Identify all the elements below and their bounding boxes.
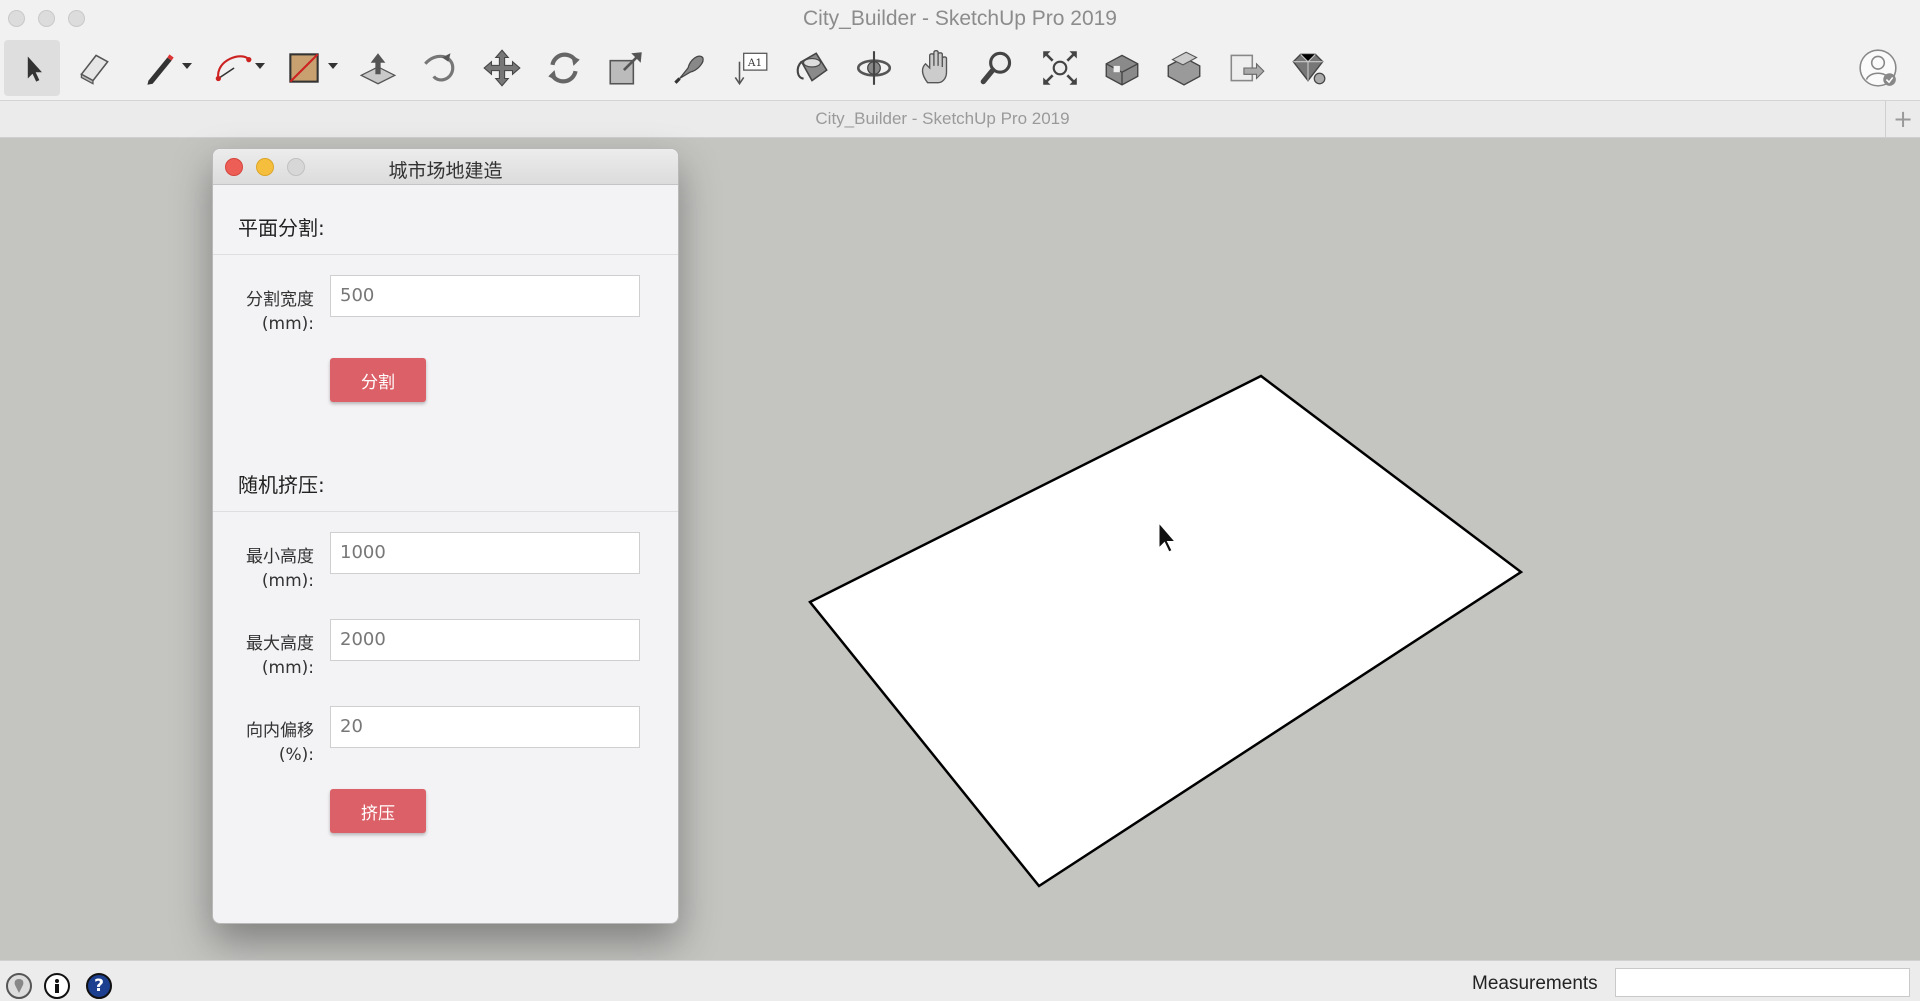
min-height-label: 最小高度 (mm): [213, 545, 314, 593]
max-height-label-line2: (mm): [261, 658, 314, 678]
city-builder-dialog: 城市场地建造 平面分割: 分割宽度 (mm): 500 分割 随机挤压: 最小高… [212, 148, 679, 924]
split-width-label-line2: (mm): [261, 314, 314, 334]
tape-measure-tool-icon[interactable] [660, 40, 716, 96]
text-tool-icon[interactable]: A1 [722, 40, 778, 96]
svg-text:A1: A1 [747, 57, 762, 69]
extrude-section-divider [213, 511, 678, 512]
document-tab[interactable]: City_Builder - SketchUp Pro 2019 [0, 109, 1885, 129]
min-height-input[interactable]: 1000 [330, 532, 640, 574]
status-bar: ? Measurements [0, 960, 1920, 1001]
measurements-label: Measurements [1472, 973, 1598, 994]
account-icon[interactable] [1850, 40, 1906, 96]
help-icon[interactable]: ? [86, 973, 112, 999]
geo-location-icon[interactable] [6, 973, 32, 999]
inset-offset-label-line2: (%): [278, 745, 314, 765]
split-button[interactable]: 分割 [330, 358, 426, 402]
inset-offset-input[interactable]: 20 [330, 706, 640, 748]
rotate-tool-icon[interactable] [536, 40, 592, 96]
extension-manager-tool-icon[interactable] [1280, 40, 1336, 96]
document-tab-bar: City_Builder - SketchUp Pro 2019 + [0, 101, 1920, 138]
zoom-extents-tool-icon[interactable] [1032, 40, 1088, 96]
scale-tool-icon[interactable] [598, 40, 654, 96]
layout-tool-icon[interactable] [1218, 40, 1274, 96]
inset-offset-label-line1: 向内偏移 [246, 721, 314, 741]
ground-plane-face[interactable] [808, 374, 1524, 888]
max-height-label-line1: 最大高度 [246, 634, 314, 654]
split-section-title: 平面分割: [238, 216, 325, 240]
rectangle-tool-icon[interactable] [276, 40, 332, 96]
split-width-input[interactable]: 500 [330, 275, 640, 317]
arc-dropdown-icon[interactable] [255, 63, 265, 69]
rectangle-dropdown-icon[interactable] [328, 63, 338, 69]
inset-offset-label: 向内偏移 (%): [213, 719, 314, 767]
dialog-titlebar: 城市场地建造 [213, 149, 678, 185]
extension-warehouse-tool-icon[interactable] [1156, 40, 1212, 96]
window-titlebar: City_Builder - SketchUp Pro 2019 [0, 0, 1920, 38]
pan-tool-icon[interactable] [908, 40, 964, 96]
push-pull-tool-icon[interactable] [350, 40, 406, 96]
extrude-section-title: 随机挤压: [238, 473, 325, 497]
select-tool-icon[interactable] [4, 40, 60, 96]
window-title: City_Builder - SketchUp Pro 2019 [803, 7, 1117, 30]
min-height-label-line1: 最小高度 [246, 547, 314, 567]
eraser-tool-icon[interactable] [66, 40, 122, 96]
min-height-label-line2: (mm): [261, 571, 314, 591]
split-width-label-line1: 分割宽度 [246, 290, 314, 310]
credits-icon[interactable] [44, 973, 70, 999]
follow-me-tool-icon[interactable] [412, 40, 468, 96]
main-toolbar: A1 [0, 38, 1920, 101]
3d-warehouse-tool-icon[interactable] [1094, 40, 1150, 96]
extrude-button[interactable]: 挤压 [330, 789, 426, 833]
orbit-tool-icon[interactable] [846, 40, 902, 96]
move-tool-icon[interactable] [474, 40, 530, 96]
split-section-divider [213, 254, 678, 255]
max-height-label: 最大高度 (mm): [213, 632, 314, 680]
arc-tool-icon[interactable] [204, 40, 260, 96]
zoom-tool-icon[interactable] [970, 40, 1026, 96]
pencil-tool-icon[interactable] [132, 40, 188, 96]
max-height-input[interactable]: 2000 [330, 619, 640, 661]
pencil-dropdown-icon[interactable] [182, 63, 192, 69]
split-width-label: 分割宽度 (mm): [213, 288, 314, 336]
paint-bucket-tool-icon[interactable] [784, 40, 840, 96]
add-tab-button[interactable]: + [1885, 101, 1920, 137]
dialog-title: 城市场地建造 [388, 160, 503, 182]
measurements-input[interactable] [1615, 968, 1910, 997]
